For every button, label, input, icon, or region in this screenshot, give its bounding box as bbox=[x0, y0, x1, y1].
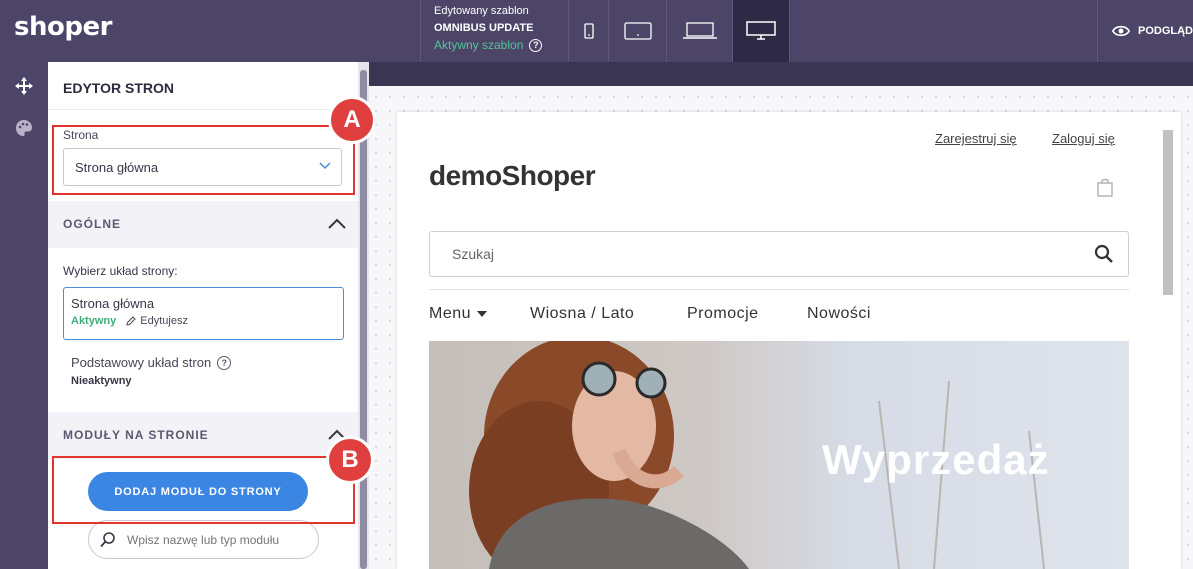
register-link[interactable]: Zarejestruj się bbox=[935, 131, 1017, 146]
nav-label: Menu bbox=[429, 305, 472, 322]
help-icon[interactable]: ? bbox=[529, 38, 543, 52]
hero-title: Wyprzedaż bbox=[822, 436, 1050, 483]
tablet-icon bbox=[623, 22, 652, 40]
shoper-logo[interactable]: shoper bbox=[14, 12, 112, 42]
canvas-top-bar bbox=[369, 62, 1193, 86]
annotation-badge-a: A bbox=[328, 96, 376, 144]
layout-item-home[interactable]: Strona główna Aktywny Edytujesz bbox=[63, 287, 344, 340]
edit-label: Edytujesz bbox=[140, 315, 188, 327]
template-info: Edytowany szablon OMNIBUS UPDATE Aktywny… bbox=[420, 0, 568, 62]
desktop-icon bbox=[746, 21, 776, 40]
layout-item-basic[interactable]: Podstawowy układ stron ? Nieaktywny bbox=[71, 355, 232, 387]
module-search-input[interactable] bbox=[127, 532, 307, 547]
store-search-placeholder: Szukaj bbox=[452, 246, 495, 262]
template-status: Aktywny szablon bbox=[434, 38, 524, 52]
layout-name: Strona główna bbox=[71, 296, 155, 311]
login-link[interactable]: Zaloguj się bbox=[1052, 131, 1115, 146]
device-desktop-button[interactable] bbox=[732, 0, 790, 62]
preview-label: PODGLĄD bbox=[1138, 25, 1193, 37]
layout-status: Nieaktywny bbox=[71, 375, 132, 387]
module-search[interactable] bbox=[88, 520, 319, 559]
store-search[interactable]: Szukaj bbox=[429, 231, 1129, 277]
nav-item-promotions[interactable]: Promocje bbox=[687, 305, 807, 323]
tool-strip bbox=[0, 62, 48, 569]
move-icon[interactable] bbox=[14, 76, 34, 96]
layout-name: Podstawowy układ stron bbox=[71, 355, 212, 370]
preview-button[interactable]: PODGLĄD bbox=[1097, 0, 1193, 62]
device-laptop-button[interactable] bbox=[666, 0, 732, 62]
store-nav: Menu Wiosna / Lato Promocje Nowości bbox=[429, 305, 871, 323]
hero-banner[interactable]: Wyprzedaż bbox=[429, 341, 1129, 569]
edit-link[interactable]: Edytujesz bbox=[126, 315, 188, 327]
nav-item-new[interactable]: Nowości bbox=[807, 305, 871, 323]
highlight-box-a bbox=[52, 125, 355, 195]
modules-section-header[interactable]: MODUŁY NA STRONIE bbox=[48, 412, 358, 459]
search-icon bbox=[100, 531, 115, 547]
general-section-title: OGÓLNE bbox=[63, 217, 122, 231]
template-name: OMNIBUS UPDATE bbox=[434, 22, 534, 34]
device-tablet-button[interactable] bbox=[608, 0, 666, 62]
chevron-up-icon bbox=[328, 218, 346, 229]
modules-section-title: MODUŁY NA STRONIE bbox=[63, 428, 209, 442]
store-scrollbar[interactable] bbox=[1161, 120, 1175, 569]
general-section-header[interactable]: OGÓLNE bbox=[48, 201, 358, 248]
search-icon[interactable] bbox=[1094, 244, 1114, 264]
caret-down-icon bbox=[477, 311, 488, 317]
help-icon[interactable]: ? bbox=[217, 355, 232, 370]
annotation-badge-b: B bbox=[326, 436, 374, 484]
divider bbox=[429, 289, 1129, 290]
device-phone-button[interactable] bbox=[568, 0, 608, 62]
phone-icon bbox=[583, 23, 594, 39]
pencil-icon bbox=[126, 316, 136, 326]
top-bar: shoper Edytowany szablon OMNIBUS UPDATE … bbox=[0, 0, 1193, 62]
palette-icon[interactable] bbox=[14, 118, 34, 138]
nav-item-menu[interactable]: Menu bbox=[429, 305, 530, 323]
eye-icon bbox=[1112, 25, 1130, 37]
store-preview: Zarejestruj się Zaloguj się demoShoper S… bbox=[397, 112, 1181, 569]
highlight-box-b bbox=[52, 456, 355, 524]
layout-status: Aktywny bbox=[71, 315, 117, 327]
choose-layout-label: Wybierz układ strony: bbox=[63, 264, 178, 278]
laptop-icon bbox=[682, 22, 717, 39]
panel-title: EDYTOR STRON bbox=[48, 62, 358, 110]
shopping-bag-icon[interactable] bbox=[1097, 178, 1113, 197]
template-status-row: Aktywny szablon ? bbox=[434, 38, 568, 52]
store-logo[interactable]: demoShoper bbox=[429, 160, 596, 192]
nav-item-spring-summer[interactable]: Wiosna / Lato bbox=[530, 305, 687, 323]
template-label: Edytowany szablon bbox=[434, 5, 529, 17]
